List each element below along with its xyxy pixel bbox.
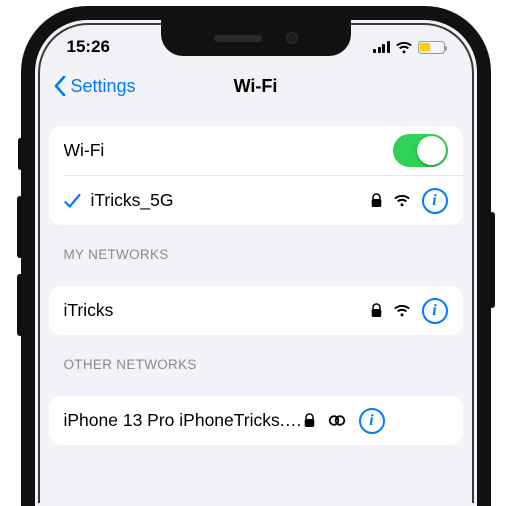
device-camera [286,32,298,44]
checkmark-icon [64,193,91,209]
page-title: Wi-Fi [234,76,278,97]
other-networks-group: iPhone 13 Pro iPhoneTricks.org [49,396,463,445]
wifi-signal-icon [393,304,411,317]
cellular-icon [373,41,390,53]
other-networks-header: Other Networks [49,335,463,378]
lock-icon [371,303,382,318]
wifi-switch[interactable] [393,134,448,167]
wifi-signal-icon [393,194,411,207]
back-label: Settings [71,76,136,97]
battery-icon [418,41,445,54]
lock-icon [371,193,382,208]
network-row[interactable]: iPhone 13 Pro iPhoneTricks.org [49,396,463,445]
network-ssid: iTricks [64,300,371,321]
connected-ssid: iTricks_5G [91,190,371,211]
back-button[interactable]: Settings [53,64,136,108]
connected-network-row[interactable]: iTricks_5G [49,176,463,225]
device-notch [161,20,351,56]
wifi-toggle-group: Wi-Fi iTricks_5G [49,126,463,225]
chevron-left-icon [53,76,67,96]
status-time: 15:26 [67,37,110,57]
hotspot-icon [326,414,348,427]
wifi-toggle-row[interactable]: Wi-Fi [49,126,463,175]
my-networks-group: iTricks [49,286,463,335]
wifi-toggle-label: Wi-Fi [64,140,393,161]
nav-bar: Settings Wi-Fi [49,64,463,108]
device-speaker [214,35,262,42]
network-row[interactable]: iTricks [49,286,463,335]
lock-icon [304,413,315,428]
device-screen: 15:26 Settings Wi-Fi [21,6,491,506]
info-button[interactable] [422,188,448,214]
info-button[interactable] [422,298,448,324]
my-networks-header: My Networks [49,225,463,268]
info-button[interactable] [359,408,385,434]
wifi-icon [395,41,413,54]
network-ssid: iPhone 13 Pro iPhoneTricks.org [64,410,304,431]
